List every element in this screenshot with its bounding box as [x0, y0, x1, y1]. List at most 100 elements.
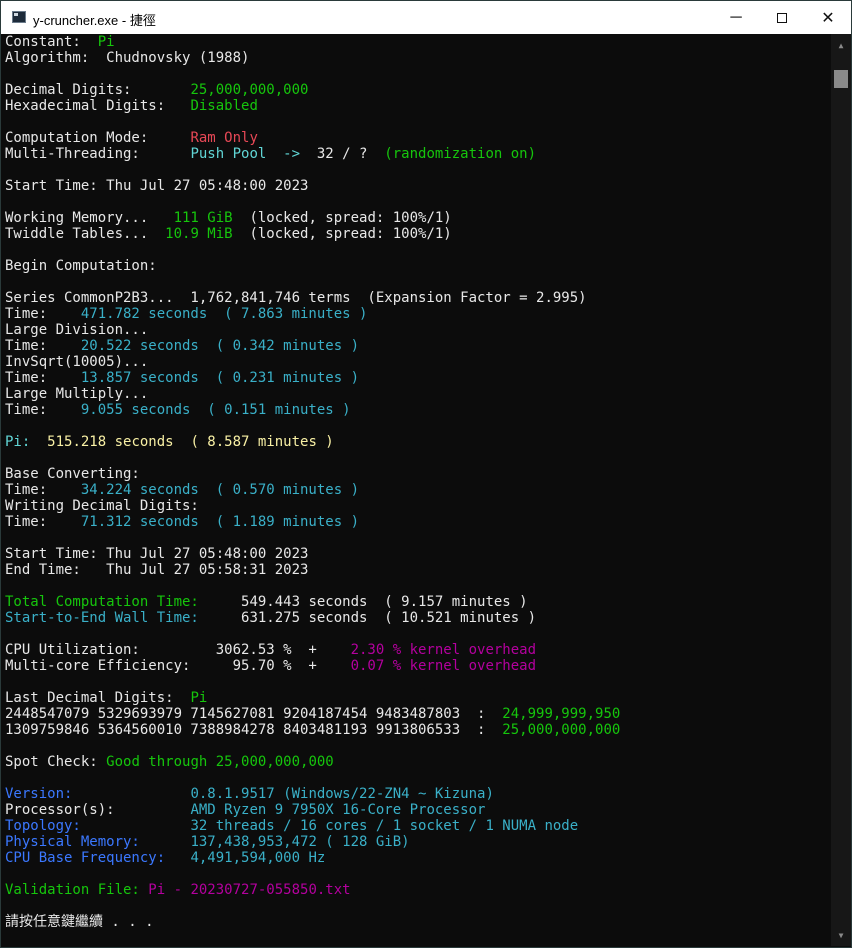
- console-text-segment: 32 / ?: [316, 146, 368, 162]
- console-text-segment: Time:: [5, 514, 81, 530]
- scrollbar-thumb[interactable]: [834, 70, 848, 88]
- console-text-segment: Hexadecimal Digits:: [5, 98, 191, 114]
- maximize-button[interactable]: [759, 1, 805, 34]
- vertical-scrollbar[interactable]: ▲ ▼: [831, 34, 851, 946]
- console-text-segment: Time:: [5, 402, 81, 418]
- console-text-segment: Pi: [97, 34, 115, 50]
- console-line: Last Decimal Digits: Pi: [5, 690, 829, 706]
- console-text-segment: 471.782 seconds ( 7.863 minutes ): [80, 306, 368, 322]
- console-line: Start-to-End Wall Time: 631.275 seconds …: [5, 610, 829, 626]
- console-line: Working Memory... 111 GiB (locked, sprea…: [5, 210, 829, 226]
- minimize-button[interactable]: ─: [713, 1, 759, 34]
- console-text-segment: 32 threads / 16 cores / 1 socket / 1 NUM…: [190, 818, 579, 834]
- console-text-segment: Begin Computation:: [5, 258, 157, 274]
- console-text-segment: Processor(s):: [5, 802, 191, 818]
- console-text-segment: 25,000,000,000: [502, 722, 621, 738]
- console-text-segment: (locked, spread: 100%/1): [232, 210, 452, 226]
- scroll-down-arrow-icon[interactable]: ▼: [831, 926, 851, 944]
- console-text-segment: 4,491,594,000 Hz: [190, 850, 326, 866]
- close-button[interactable]: ✕: [805, 1, 851, 34]
- console-text-segment: 0.8.1.9517 (Windows/22-ZN4 ~ Kizuna): [190, 786, 494, 802]
- console-text-segment: End Time: Thu Jul 27 05:58:31 2023: [5, 562, 309, 578]
- console-text-segment: Base Converting:: [5, 466, 140, 482]
- console-text-segment: Disabled: [190, 98, 258, 114]
- console-text-segment: Algorithm: Chudnovsky (1988): [5, 50, 250, 66]
- console-line: Spot Check: Good through 25,000,000,000: [5, 754, 829, 770]
- console-text-segment: Computation Mode:: [5, 130, 191, 146]
- console-text-segment: Working Memory...: [5, 210, 174, 226]
- console-window: y-cruncher.exe - 捷徑 ─ ✕ Constant: Pi Algo…: [0, 0, 852, 948]
- console-text-segment: Start Time: Thu Jul 27 05:48:00 2023: [5, 546, 309, 562]
- console-text-segment: Spot Check:: [5, 754, 107, 770]
- console-line: CPU Base Frequency: 4,491,594,000 Hz: [5, 850, 829, 866]
- console-line: Start Time: Thu Jul 27 05:48:00 2023: [5, 178, 829, 194]
- console-text-segment: InvSqrt(10005)...: [5, 354, 149, 370]
- window-title: y-cruncher.exe - 捷徑: [33, 13, 156, 28]
- console-text-segment: Good through 25,000,000,000: [106, 754, 334, 770]
- console-text-segment: 24,999,999,950: [502, 706, 621, 722]
- minimize-icon: ─: [730, 8, 742, 26]
- console-line: Constant: Pi: [5, 34, 829, 50]
- console-line: Algorithm: Chudnovsky (1988): [5, 50, 829, 66]
- console-line: Hexadecimal Digits: Disabled: [5, 98, 829, 114]
- console-text-segment: Version:: [5, 786, 191, 802]
- console-text-segment: 2.30 % kernel overhead: [350, 642, 537, 658]
- console-text-segment: Time:: [5, 482, 81, 498]
- console-text-segment: Total Computation Time:: [5, 594, 242, 610]
- console-text-segment: Large Multiply...: [5, 386, 149, 402]
- console-line: Writing Decimal Digits:: [5, 498, 829, 514]
- console-text-segment: Writing Decimal Digits:: [5, 498, 199, 514]
- console-line: Time: 71.312 seconds ( 1.189 minutes ): [5, 514, 829, 530]
- console-text-segment: Validation File:: [5, 882, 149, 898]
- console-text-segment: Start-to-End Wall Time:: [5, 610, 242, 626]
- console-text-segment: CPU Utilization: 3062.53 % +: [5, 642, 351, 658]
- console-line: Computation Mode: Ram Only: [5, 130, 829, 146]
- console-line: Time: 471.782 seconds ( 7.863 minutes ): [5, 306, 829, 322]
- console-text-segment: Start Time: Thu Jul 27 05:48:00 2023: [5, 178, 309, 194]
- console-line: Large Multiply...: [5, 386, 829, 402]
- console-text-segment: 549.443 seconds ( 9.157 minutes ): [241, 594, 528, 610]
- console-text-segment: 2448547079 5329693979 7145627081 9204187…: [5, 706, 503, 722]
- console-line: Base Converting:: [5, 466, 829, 482]
- console-line: Twiddle Tables... 10.9 MiB (locked, spre…: [5, 226, 829, 242]
- console-text-segment: 1309759846 5364560010 7388984278 8403481…: [5, 722, 503, 738]
- console-text-segment: 111 GiB: [173, 210, 233, 226]
- console-text-segment: 0.07 % kernel overhead: [350, 658, 537, 674]
- console-output[interactable]: Constant: Pi Algorithm: Chudnovsky (1988)…: [5, 34, 829, 946]
- console-text-segment: Pi - 20230727-055850.txt: [148, 882, 351, 898]
- console-text-segment: 9.055 seconds ( 0.151 minutes ): [80, 402, 351, 418]
- title-bar[interactable]: y-cruncher.exe - 捷徑 ─ ✕: [1, 1, 851, 34]
- console-line: Total Computation Time: 549.443 seconds …: [5, 594, 829, 610]
- console-text-segment: Series CommonP2B3... 1,762,841,746 terms…: [5, 290, 587, 306]
- console-text-segment: 137,438,953,472 ( 128 GiB): [190, 834, 410, 850]
- console-text-segment: Topology:: [5, 818, 191, 834]
- console-line: End Time: Thu Jul 27 05:58:31 2023: [5, 562, 829, 578]
- console-text-segment: 515.218 seconds ( 8.587 minutes ): [30, 434, 334, 450]
- console-text-segment: Time:: [5, 370, 81, 386]
- console-text-segment: Time:: [5, 306, 81, 322]
- console-line: Time: 20.522 seconds ( 0.342 minutes ): [5, 338, 829, 354]
- console-text-segment: Time:: [5, 338, 81, 354]
- console-line: Time: 34.224 seconds ( 0.570 minutes ): [5, 482, 829, 498]
- console-text-segment: 71.312 seconds ( 1.189 minutes ): [80, 514, 360, 530]
- scroll-up-arrow-icon[interactable]: ▲: [831, 36, 851, 54]
- console-line: Multi-core Efficiency: 95.70 % + 0.07 % …: [5, 658, 829, 674]
- console-text-segment: 請按任意鍵繼續 . . .: [5, 914, 154, 930]
- console-text-segment: 631.275 seconds ( 10.521 minutes ): [241, 610, 537, 626]
- console-text-segment: Twiddle Tables...: [5, 226, 166, 242]
- console-text-segment: 34.224 seconds ( 0.570 minutes ): [80, 482, 360, 498]
- console-text-segment: CPU Base Frequency:: [5, 850, 191, 866]
- console-line: 1309759846 5364560010 7388984278 8403481…: [5, 722, 829, 738]
- console-text-segment: Last Decimal Digits:: [5, 690, 191, 706]
- close-icon: ✕: [821, 9, 835, 27]
